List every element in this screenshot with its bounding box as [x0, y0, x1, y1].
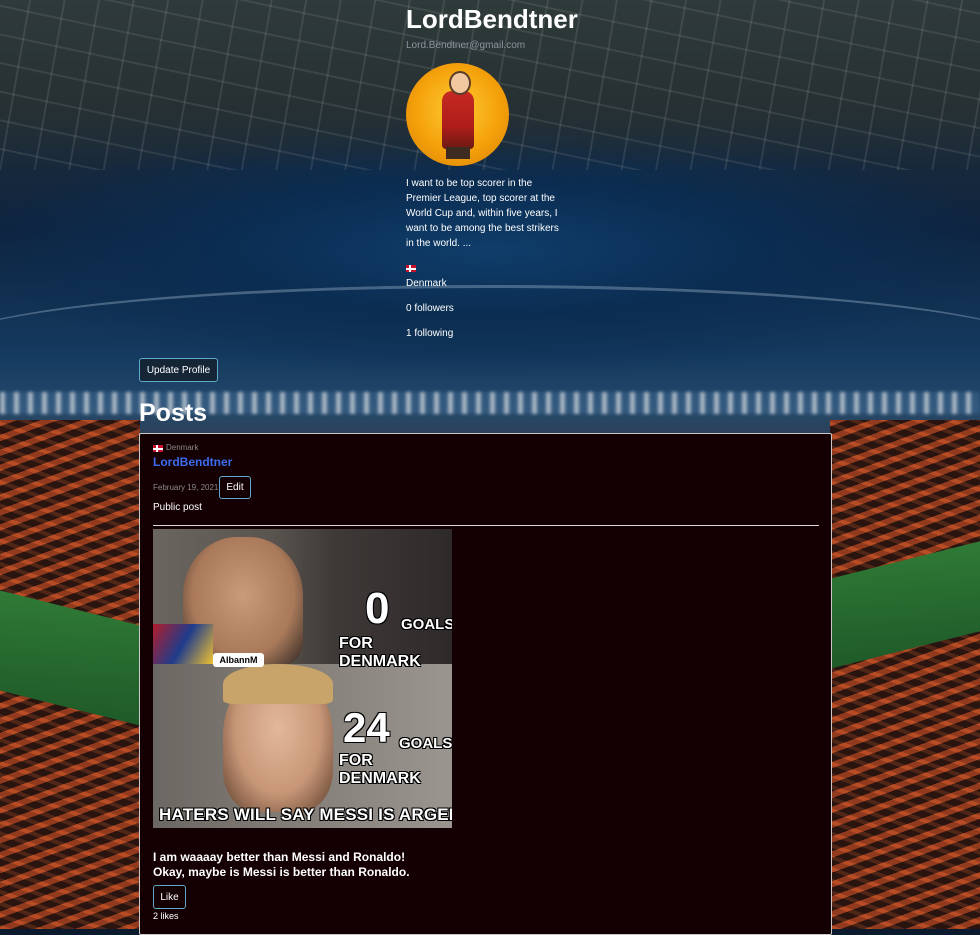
like-button[interactable]: Like — [153, 885, 186, 909]
meme-caption: HATERS WILL SAY MESSI IS ARGENTINE — [159, 805, 452, 824]
meme-bottom-hair — [223, 664, 333, 704]
post-author-link[interactable]: LordBendtner — [153, 455, 232, 469]
meme-top-goals-number: 0 — [365, 584, 390, 633]
update-profile-button[interactable]: Update Profile — [139, 358, 218, 382]
edit-post-button[interactable]: Edit — [219, 476, 251, 499]
meme-bottom-goals-number: 24 — [343, 704, 390, 751]
post-text-line-1: I am waaaay better than Messi and Ronald… — [153, 850, 406, 864]
following-count[interactable]: 1 following — [406, 328, 453, 339]
post-body: I am waaaay better than Messi and Ronald… — [153, 850, 813, 880]
avatar-figure-body — [442, 91, 474, 149]
denmark-flag-icon — [153, 445, 163, 452]
profile-email: Lord.Bendtner@gmail.com — [406, 40, 526, 51]
avatar-figure-legs — [446, 147, 470, 159]
profile-username: LordBendtner — [406, 4, 578, 34]
avatar-figure-head — [449, 71, 471, 95]
denmark-flag-icon — [406, 265, 416, 272]
meme-top-shirt — [153, 624, 213, 664]
post-image: AlbannM 0 GOALS FOR DENMARK 24 GOALS FOR… — [153, 529, 452, 828]
meme-top-goals-label: GOALS — [401, 616, 452, 633]
post-visibility: Public post — [153, 502, 202, 513]
post-country: Denmark — [166, 443, 199, 452]
post-date: February 19, 2021 — [153, 483, 219, 492]
followers-count[interactable]: 0 followers — [406, 303, 454, 314]
likes-count: 2 likes — [153, 911, 179, 921]
meme-bottom-country-label: FOR DENMARK — [339, 752, 421, 787]
profile-bio: I want to be top scorer in the Premier L… — [406, 178, 559, 249]
post-divider — [153, 525, 819, 526]
meme-watermark: AlbannM — [213, 653, 264, 667]
profile-country: Denmark — [406, 278, 447, 289]
post-text-line-2: Okay, maybe is Messi is better than Rona… — [153, 865, 410, 879]
post-card: Denmark LordBendtner February 19, 2021 E… — [139, 433, 832, 935]
meme-top-country-label: FOR DENMARK — [339, 635, 421, 670]
meme-bottom-goals-label: GOALS — [399, 735, 452, 752]
profile-avatar — [406, 63, 509, 166]
page-content: LordBendtner Lord.Bendtner@gmail.com I w… — [0, 0, 980, 935]
posts-heading: Posts — [139, 399, 208, 427]
